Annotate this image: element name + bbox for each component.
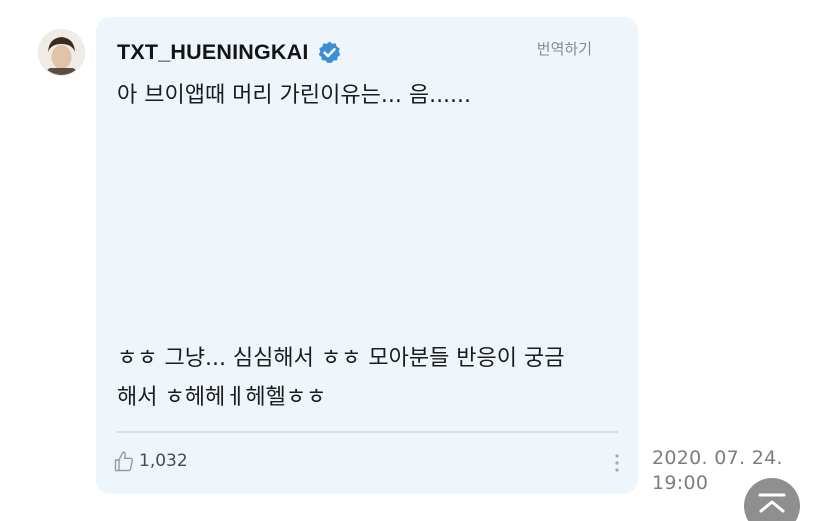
timestamp-date: 2020. 07. 24.: [652, 447, 783, 469]
avatar[interactable]: [39, 30, 84, 75]
post-bubble: TXT_HUENINGKAI 번역하기 아 브이앱때 머리 가린이유는... 음…: [96, 17, 638, 494]
author-row: TXT_HUENINGKAI: [117, 39, 342, 65]
post-text-line: 해서 ㅎ헤헤ㅔ헤헬ㅎㅎ: [117, 385, 327, 410]
username[interactable]: TXT_HUENINGKAI: [117, 39, 309, 65]
post-text-line: 아 브이앱때 머리 가린이유는... 음......: [117, 83, 472, 108]
scroll-to-top-button[interactable]: [744, 478, 800, 521]
like-count: 1,032: [139, 451, 188, 471]
more-options-button[interactable]: [610, 453, 624, 473]
scroll-to-top-icon: [758, 493, 786, 513]
divider: [116, 431, 618, 433]
verified-badge-icon: [317, 40, 342, 65]
post-view: TXT_HUENINGKAI 번역하기 아 브이앱때 머리 가린이유는... 음…: [0, 0, 827, 521]
thumbs-up-icon: [114, 450, 134, 472]
post-text-line: ㅎㅎ 그냥... 심심해서 ㅎㅎ 모아분들 반응이 궁금: [117, 346, 565, 371]
translate-button[interactable]: 번역하기: [537, 38, 592, 59]
like-button[interactable]: 1,032: [114, 450, 188, 472]
more-vertical-icon: [615, 454, 619, 472]
